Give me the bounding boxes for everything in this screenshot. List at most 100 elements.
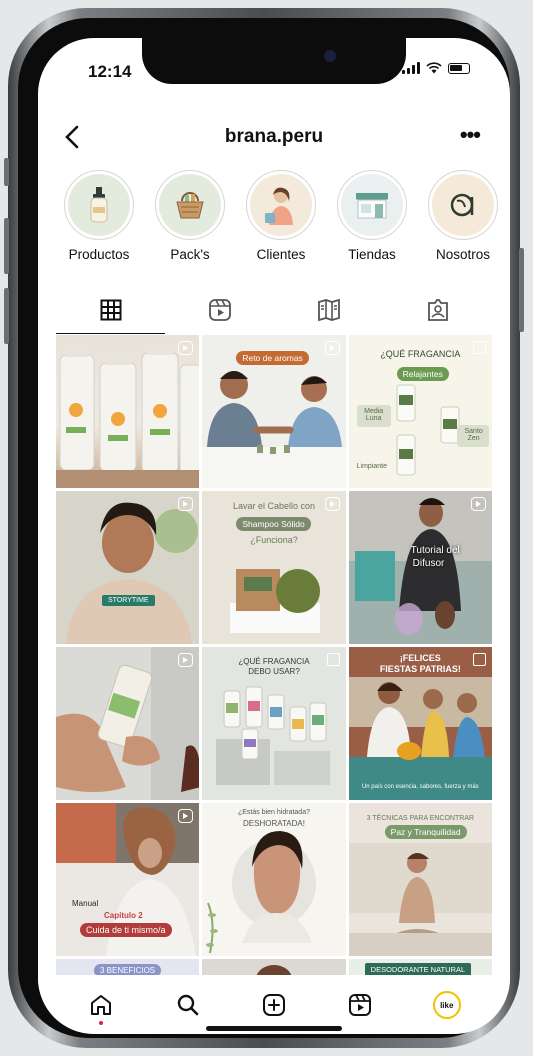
- tab-posts-grid[interactable]: [56, 286, 165, 334]
- tab-reels[interactable]: [165, 286, 274, 334]
- post-tile[interactable]: [56, 647, 200, 800]
- product-bottles-photo: [56, 345, 200, 488]
- avatar: like: [432, 991, 461, 1019]
- highlight-label: Productos: [68, 247, 130, 262]
- post-caption-pill: 3 BENEFICIOS: [94, 964, 162, 975]
- post-title: ¿QUÉ FRAGANCIA: [238, 657, 310, 666]
- reel-icon: [470, 497, 486, 511]
- profile-username: brana.peru: [224, 126, 324, 147]
- tab-tagged[interactable]: [383, 286, 492, 334]
- phone-frame: 12:14 brana.peru ••• Productos Pack's Cl…: [4, 8, 524, 1048]
- nav-new-post[interactable]: [254, 985, 294, 1025]
- carousel-icon: [326, 653, 340, 666]
- tagged-icon: [427, 299, 448, 321]
- volume-up-button: [4, 218, 9, 274]
- post-tile[interactable]: ¿Estás bien hidratada? DESHORATADA!: [202, 803, 346, 956]
- post-tile[interactable]: 3 TÉCNICAS PARA ENCONTRAR Paz y Tranquil…: [348, 803, 492, 956]
- search-icon: [177, 994, 198, 1016]
- reel-icon: [178, 809, 194, 823]
- post-tile[interactable]: 3 BENEFICIOS: [56, 959, 200, 975]
- highlight-label: Clientes: [256, 247, 306, 262]
- highlight-label: Tiendas: [348, 247, 396, 262]
- post-tile[interactable]: STORYTIME: [56, 491, 200, 644]
- highlight-packs[interactable]: Pack's: [151, 170, 229, 270]
- post-tile[interactable]: DESODORANTE NATURAL: [348, 959, 492, 975]
- post-tile[interactable]: Lavar el Cabello con Shampoo Sólido ¿Fun…: [202, 491, 346, 644]
- post-tile[interactable]: Tutorial del Difusor: [348, 491, 492, 644]
- highlight-clientes[interactable]: Clientes: [242, 170, 320, 270]
- post-title: Tutorial del: [410, 545, 460, 556]
- post-subtitle: Difusor: [412, 558, 445, 569]
- notch: [142, 38, 406, 84]
- portrait-photo-partial: [202, 959, 346, 975]
- more-options-icon[interactable]: •••: [460, 122, 481, 148]
- tab-guides[interactable]: [274, 286, 383, 334]
- battery-icon: [448, 62, 470, 74]
- home-indicator: [206, 1026, 342, 1031]
- post-subtitle: FIESTAS PATRIAS!: [379, 664, 461, 674]
- status-icons: [402, 62, 470, 74]
- profile-header: brana.peru •••: [38, 120, 510, 160]
- post-title: 3 TÉCNICAS PARA ENCONTRAR: [366, 815, 475, 822]
- post-subtitle: DEBO USAR?: [248, 667, 300, 676]
- post-caption-pill: Cuida de ti mismo/a: [80, 923, 172, 937]
- profile-tabs: [56, 286, 492, 334]
- post-tile[interactable]: [56, 335, 200, 488]
- post-caption-pill: Shampoo Sólido: [236, 517, 311, 531]
- store-icon: [356, 193, 388, 219]
- person-icon: [265, 187, 293, 225]
- front-camera: [324, 50, 336, 62]
- post-caption: Un país con esencia, sabores, fuerza y m…: [361, 784, 479, 790]
- post-tile[interactable]: ¿QUÉ FRAGANCIA DEBO USAR?: [202, 647, 346, 800]
- storytime-photo: [56, 491, 200, 644]
- post-title: ¡FELICES: [399, 653, 441, 663]
- post-tile[interactable]: Manual Capítulo 2 Cuida de ti mismo/a: [56, 803, 200, 956]
- shampoo-bar-graphic: [202, 491, 346, 644]
- post-label: Limpiante: [356, 463, 388, 470]
- mute-switch: [4, 158, 9, 186]
- screen: 12:14 brana.peru ••• Productos Pack's Cl…: [38, 38, 510, 1034]
- reels-icon: [349, 994, 372, 1016]
- notification-dot: [99, 1021, 104, 1025]
- reel-icon: [324, 341, 340, 355]
- nav-reels[interactable]: [340, 985, 380, 1025]
- reels-icon: [208, 299, 231, 321]
- post-title: ¿QUÉ FRAGANCIA: [380, 349, 461, 359]
- power-button: [519, 248, 524, 332]
- status-time: 12:14: [88, 62, 132, 81]
- highlight-nosotros[interactable]: Nosotros: [424, 170, 502, 270]
- carousel-icon: [472, 341, 486, 354]
- reel-icon: [324, 497, 340, 511]
- post-tile[interactable]: ¿QUÉ FRAGANCIA Relajantes Media Luna San…: [348, 335, 492, 488]
- post-caption-pill: STORYTIME: [102, 595, 155, 606]
- story-highlights: Productos Pack's Clientes Tiendas Nosotr…: [60, 170, 510, 270]
- post-caption-pill: DESODORANTE NATURAL: [364, 963, 472, 975]
- post-label: Santo Zen: [464, 428, 483, 442]
- post-subtitle: DESHORATADA!: [243, 819, 305, 828]
- post-subtitle: Capítulo 2: [104, 911, 143, 920]
- post-tile[interactable]: ¡FELICES FIESTAS PATRIAS! Un país con es…: [348, 647, 492, 800]
- grid-icon: [100, 299, 121, 321]
- bottle-icon: [90, 187, 108, 223]
- reel-icon: [178, 341, 194, 355]
- post-caption-pill: Reto de aromas: [236, 351, 309, 365]
- carousel-icon: [472, 653, 486, 666]
- reel-icon: [178, 653, 194, 667]
- post-caption-pill: Relajantes: [396, 367, 449, 381]
- nav-profile[interactable]: like: [427, 985, 467, 1025]
- basket-icon: [176, 192, 204, 219]
- home-icon: [91, 995, 112, 1015]
- nav-home[interactable]: [81, 985, 121, 1025]
- guide-icon: [317, 298, 340, 322]
- volume-down-button: [4, 288, 9, 344]
- post-title: ¿Estás bien hidratada?: [237, 809, 310, 816]
- signal-icon: [402, 62, 420, 74]
- nav-search[interactable]: [168, 985, 208, 1025]
- highlight-label: Pack's: [170, 247, 210, 262]
- post-tile[interactable]: [202, 959, 346, 975]
- post-subtitle: ¿Funciona?: [250, 535, 298, 545]
- highlight-productos[interactable]: Productos: [60, 170, 138, 270]
- post-tile[interactable]: Reto de aromas: [202, 335, 346, 488]
- highlight-tiendas[interactable]: Tiendas: [333, 170, 411, 270]
- hand-holding-bottle-photo: [56, 647, 200, 800]
